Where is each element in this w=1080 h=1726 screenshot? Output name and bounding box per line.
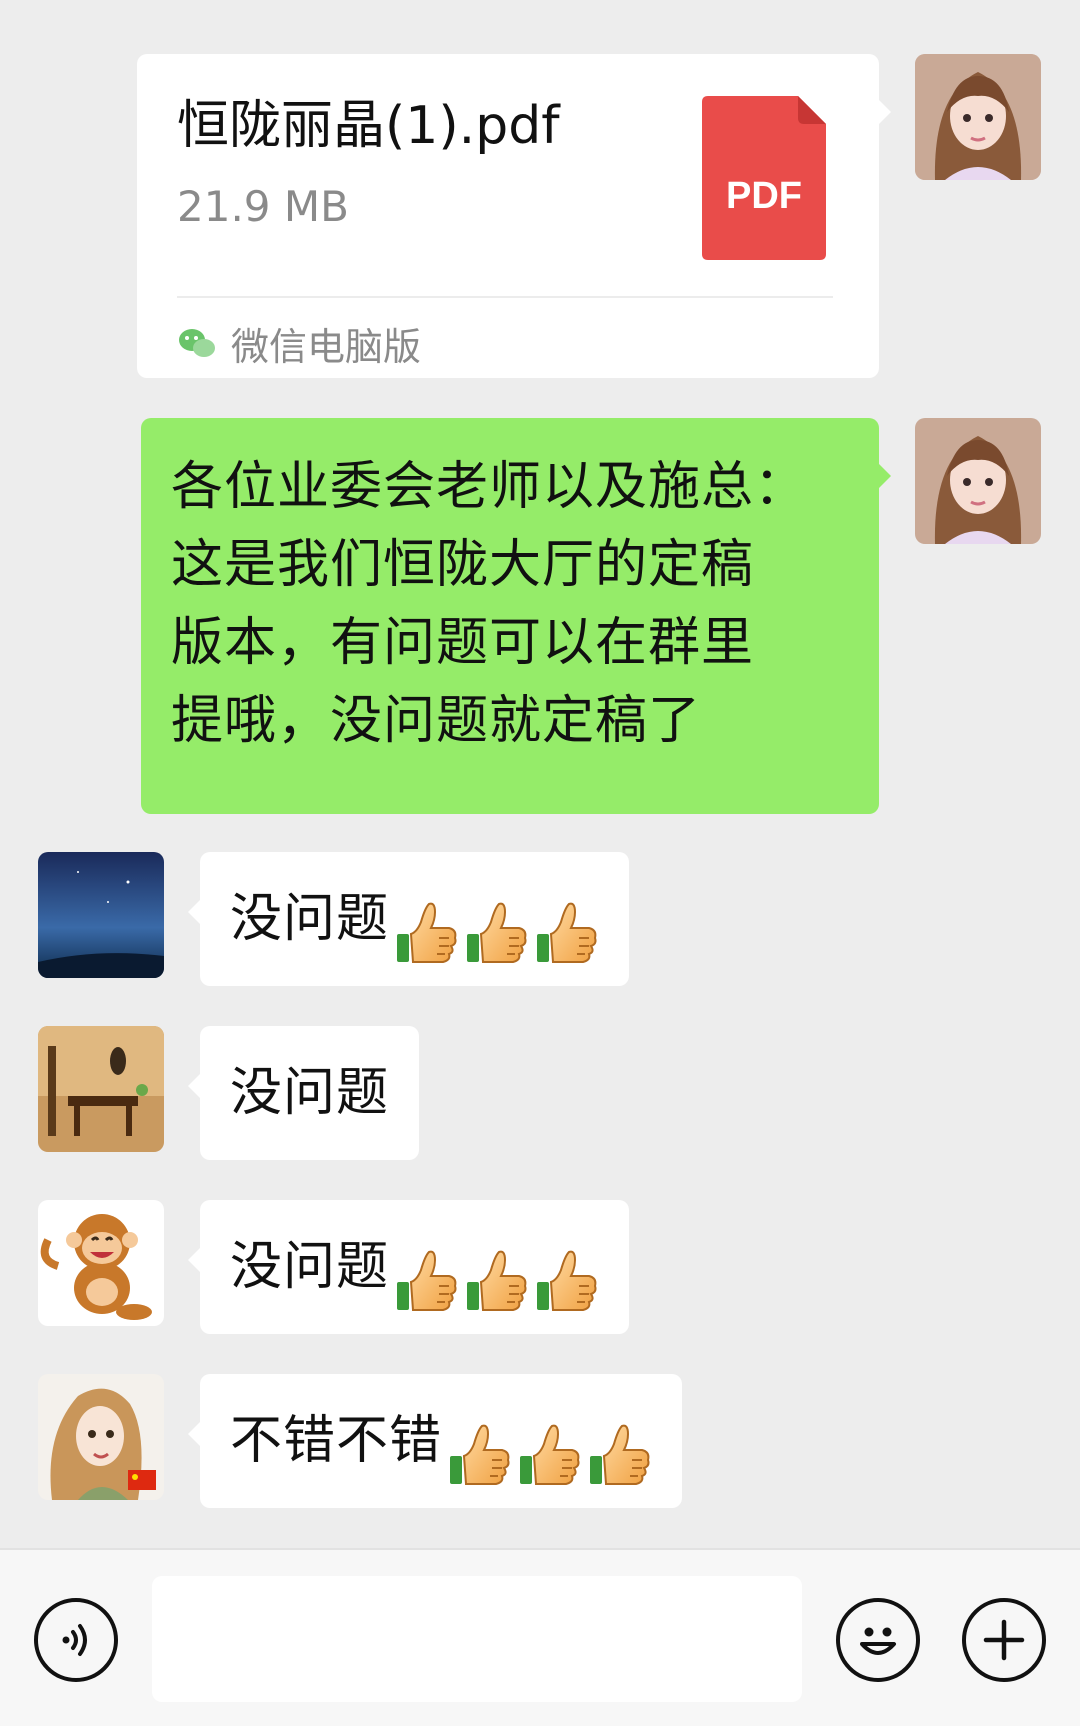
self-avatar[interactable]: [915, 54, 1041, 180]
reply-bubble[interactable]: 没问题: [187, 1200, 630, 1334]
file-divider: [177, 296, 833, 298]
reply-text: 没问题: [230, 1237, 390, 1297]
reply-text: 没问题: [230, 889, 390, 949]
monkey-avatar: [38, 1200, 164, 1326]
thumbs-up-icon: [395, 898, 459, 966]
thumbs-up-icon: [535, 1246, 599, 1314]
plus-icon: [983, 1619, 1025, 1661]
thumbs-up-icon: [535, 898, 599, 966]
reply-bubble[interactable]: 不错不错: [187, 1374, 683, 1508]
file-name: 恒陇丽晶(1).pdf: [177, 96, 560, 156]
thumbs-up-icon: [448, 1420, 512, 1488]
girl-portrait-avatar: [915, 54, 1041, 180]
emoji-button[interactable]: [836, 1598, 920, 1682]
file-size: 21.9 MB: [177, 182, 349, 231]
file-source: 微信电脑版: [177, 316, 421, 371]
thumbs-up-icon: [395, 1246, 459, 1314]
voice-button[interactable]: [34, 1598, 118, 1682]
interior-avatar: [38, 1026, 164, 1152]
thumbs-up-icon: [465, 1246, 529, 1314]
reply-text: 不错不错: [230, 1411, 443, 1471]
thumbs-up-icon: [465, 898, 529, 966]
thumbs-up-group: [389, 898, 599, 966]
pdf-file-type-label: PDF: [726, 175, 802, 217]
member-avatar[interactable]: [38, 1026, 164, 1152]
more-button[interactable]: [962, 1598, 1046, 1682]
reply-bubble[interactable]: 没问题: [187, 852, 630, 986]
message-input[interactable]: [152, 1576, 802, 1702]
curly-girl-avatar: [38, 1374, 164, 1500]
member-avatar[interactable]: [38, 1374, 164, 1500]
thumbs-up-group: [442, 1420, 652, 1488]
china-flag-icon: [128, 1470, 156, 1490]
thumbs-up-icon: [518, 1420, 582, 1488]
emoji-icon: [860, 1627, 896, 1655]
announcement-line: 版本，有问题可以在群里: [171, 613, 755, 673]
member-avatar[interactable]: [38, 852, 164, 978]
thumbs-up-icon: [588, 1420, 652, 1488]
thumbs-up-group: [389, 1246, 599, 1314]
file-source-label: 微信电脑版: [231, 325, 422, 369]
pdf-file-icon: PDF: [702, 96, 826, 260]
chat-input-bar: [0, 1548, 1080, 1726]
announcement-bubble[interactable]: 各位业委会老师以及施总： 这是我们恒陇大厅的定稿 版本，有问题可以在群里 提哦，…: [141, 418, 891, 814]
reply-bubble[interactable]: 没问题: [187, 1026, 420, 1160]
announcement-line: 这是我们恒陇大厅的定稿: [171, 535, 755, 595]
girl-portrait-avatar: [915, 418, 1041, 544]
file-message-bubble[interactable]: 恒陇丽晶(1).pdf 21.9 MB PDF 微信电脑版: [137, 54, 891, 378]
night-sky-avatar: [38, 852, 164, 978]
voice-icon: [62, 1624, 87, 1656]
wechat-icon: [179, 328, 215, 357]
announcement-line: 各位业委会老师以及施总：: [171, 457, 808, 517]
reply-text: 没问题: [230, 1063, 390, 1123]
self-avatar[interactable]: [915, 418, 1041, 544]
member-avatar[interactable]: [38, 1200, 164, 1326]
announcement-line: 提哦，没问题就定稿了: [171, 691, 702, 751]
